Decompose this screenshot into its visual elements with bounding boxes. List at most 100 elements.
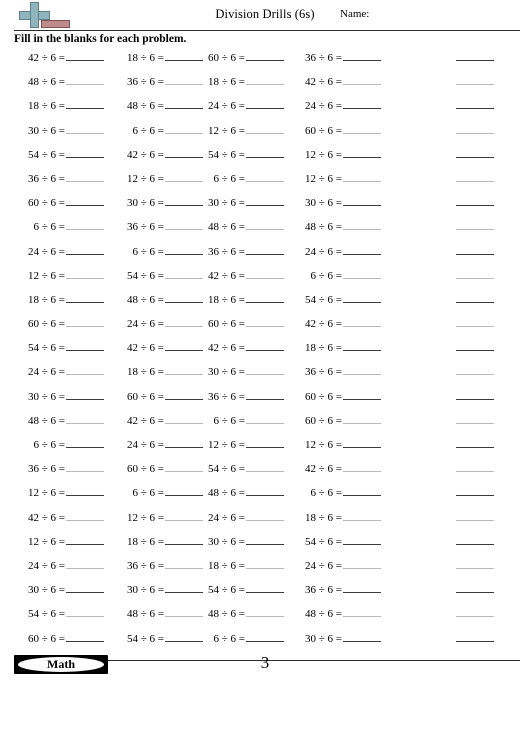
answer-blank[interactable] bbox=[246, 482, 284, 497]
answer-blank[interactable] bbox=[456, 289, 494, 303]
answer-blank[interactable] bbox=[343, 361, 381, 376]
answer-blank[interactable] bbox=[246, 628, 284, 642]
answer-blank[interactable] bbox=[66, 458, 104, 473]
answer-blank[interactable] bbox=[246, 386, 284, 400]
answer-blank[interactable] bbox=[343, 337, 381, 352]
answer-blank[interactable] bbox=[246, 289, 284, 303]
answer-blank[interactable] bbox=[246, 95, 284, 110]
answer-blank[interactable] bbox=[66, 47, 104, 61]
answer-blank[interactable] bbox=[456, 95, 494, 110]
answer-blank[interactable] bbox=[456, 192, 494, 207]
answer-blank[interactable] bbox=[66, 71, 104, 86]
answer-blank[interactable] bbox=[343, 313, 381, 328]
answer-blank[interactable] bbox=[246, 313, 284, 328]
answer-blank[interactable] bbox=[343, 507, 381, 521]
answer-blank[interactable] bbox=[66, 579, 104, 594]
answer-blank[interactable] bbox=[246, 434, 284, 448]
answer-blank[interactable] bbox=[246, 241, 284, 255]
answer-blank[interactable] bbox=[343, 434, 381, 448]
answer-blank[interactable] bbox=[343, 192, 381, 207]
answer-blank[interactable] bbox=[246, 120, 284, 134]
answer-blank[interactable] bbox=[66, 555, 104, 569]
answer-blank[interactable] bbox=[66, 241, 104, 255]
answer-blank[interactable] bbox=[246, 579, 284, 594]
answer-blank[interactable] bbox=[246, 531, 284, 545]
answer-blank[interactable] bbox=[66, 603, 104, 618]
answer-blank[interactable] bbox=[456, 216, 494, 231]
answer-blank[interactable] bbox=[343, 95, 381, 110]
answer-blank[interactable] bbox=[343, 458, 381, 473]
answer-blank[interactable] bbox=[343, 144, 381, 158]
answer-blank[interactable] bbox=[66, 216, 104, 231]
answer-blank[interactable] bbox=[66, 144, 104, 158]
answer-blank[interactable] bbox=[246, 507, 284, 521]
answer-blank[interactable] bbox=[66, 289, 104, 303]
answer-blank[interactable] bbox=[66, 507, 104, 521]
answer-blank[interactable] bbox=[66, 386, 104, 400]
answer-blank[interactable] bbox=[343, 265, 381, 279]
answer-blank[interactable] bbox=[343, 628, 381, 642]
answer-blank[interactable] bbox=[66, 628, 104, 642]
answer-blank[interactable] bbox=[456, 265, 494, 279]
answer-blank[interactable] bbox=[66, 313, 104, 328]
answer-blank[interactable] bbox=[66, 120, 104, 134]
answer-blank[interactable] bbox=[66, 482, 104, 497]
answer-blank[interactable] bbox=[456, 482, 494, 497]
answer-blank[interactable] bbox=[66, 531, 104, 545]
answer-blank[interactable] bbox=[343, 289, 381, 303]
answer-blank[interactable] bbox=[456, 71, 494, 86]
answer-blank[interactable] bbox=[456, 313, 494, 328]
answer-blank[interactable] bbox=[246, 410, 284, 424]
answer-blank[interactable] bbox=[456, 144, 494, 158]
answer-blank[interactable] bbox=[66, 361, 104, 376]
answer-blank[interactable] bbox=[246, 144, 284, 158]
answer-blank[interactable] bbox=[343, 531, 381, 545]
answer-blank[interactable] bbox=[343, 603, 381, 618]
answer-blank[interactable] bbox=[246, 47, 284, 61]
answer-blank[interactable] bbox=[246, 458, 284, 473]
answer-blank[interactable] bbox=[246, 216, 284, 231]
answer-blank[interactable] bbox=[343, 482, 381, 497]
answer-blank[interactable] bbox=[343, 168, 381, 182]
answer-blank[interactable] bbox=[246, 337, 284, 352]
answer-blank[interactable] bbox=[456, 337, 494, 352]
answer-blank[interactable] bbox=[246, 168, 284, 182]
answer-blank[interactable] bbox=[343, 579, 381, 594]
answer-blank[interactable] bbox=[456, 628, 494, 642]
answer-blank[interactable] bbox=[246, 265, 284, 279]
answer-blank[interactable] bbox=[456, 386, 494, 400]
answer-blank[interactable] bbox=[343, 216, 381, 231]
answer-blank[interactable] bbox=[456, 603, 494, 618]
answer-blank[interactable] bbox=[343, 410, 381, 424]
answer-blank[interactable] bbox=[456, 555, 494, 569]
answer-blank[interactable] bbox=[66, 192, 104, 207]
answer-blank[interactable] bbox=[456, 410, 494, 424]
answer-blank[interactable] bbox=[456, 531, 494, 545]
answer-blank[interactable] bbox=[246, 603, 284, 618]
answer-blank[interactable] bbox=[246, 71, 284, 86]
answer-blank[interactable] bbox=[456, 47, 494, 61]
answer-blank[interactable] bbox=[66, 168, 104, 182]
answer-blank[interactable] bbox=[66, 337, 104, 352]
answer-blank[interactable] bbox=[343, 386, 381, 400]
answer-blank[interactable] bbox=[246, 192, 284, 207]
answer-blank[interactable] bbox=[343, 47, 381, 61]
answer-blank[interactable] bbox=[246, 555, 284, 569]
answer-blank[interactable] bbox=[456, 168, 494, 182]
answer-blank[interactable] bbox=[456, 507, 494, 521]
answer-blank[interactable] bbox=[66, 95, 104, 110]
answer-blank[interactable] bbox=[66, 265, 104, 279]
answer-blank[interactable] bbox=[343, 120, 381, 134]
answer-blank[interactable] bbox=[343, 241, 381, 255]
answer-blank[interactable] bbox=[246, 361, 284, 376]
answer-blank[interactable] bbox=[343, 555, 381, 569]
answer-blank[interactable] bbox=[66, 434, 104, 448]
answer-blank[interactable] bbox=[456, 120, 494, 134]
answer-blank[interactable] bbox=[456, 458, 494, 473]
answer-blank[interactable] bbox=[456, 434, 494, 448]
answer-blank[interactable] bbox=[456, 241, 494, 255]
answer-blank[interactable] bbox=[343, 71, 381, 86]
answer-blank[interactable] bbox=[456, 579, 494, 594]
answer-blank[interactable] bbox=[66, 410, 104, 424]
answer-blank[interactable] bbox=[456, 361, 494, 376]
